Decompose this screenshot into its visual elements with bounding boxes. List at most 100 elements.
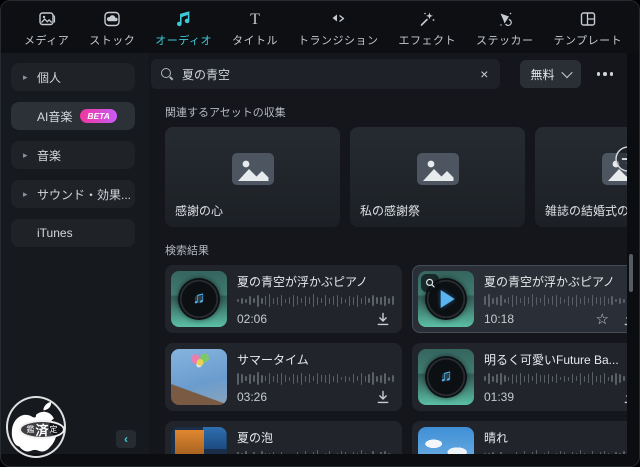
sidebar-item-itunes[interactable]: iTunes [11, 219, 135, 247]
track-duration: 02:06 [237, 312, 268, 326]
vertical-scrollbar[interactable] [629, 254, 633, 292]
search-box[interactable]: × [151, 59, 501, 89]
download-icon[interactable] [623, 390, 627, 404]
tab-media[interactable]: メディア [17, 5, 76, 52]
collections-row: 感謝の心 私の感謝祭 雑誌の結婚式のテ... [165, 127, 627, 227]
music-note-icon: ♫ [439, 366, 453, 386]
music-note-icon: ♫ [192, 288, 206, 308]
track-title: 夏の泡 [237, 431, 274, 445]
collection-title: 雑誌の結婚式のテ... [545, 204, 627, 218]
music-thumbnail[interactable] [171, 427, 227, 454]
tab-label: トランジション [297, 34, 379, 47]
price-filter-dropdown[interactable]: 無料 [520, 60, 581, 88]
music-result-card[interactable]: サマータイム 03:26 [165, 343, 402, 411]
sidebar-item-sound-effects[interactable]: ▸ サウンド・効果... [11, 180, 135, 208]
favorite-star-icon[interactable]: ☆ [596, 312, 609, 327]
media-icon [37, 9, 57, 29]
collection-card[interactable]: 雑誌の結婚式のテ... [535, 127, 627, 227]
waveform [237, 294, 394, 308]
track-title: サマータイム [237, 353, 309, 367]
collection-title: 私の感謝祭 [360, 204, 421, 218]
find-similar-icon[interactable] [420, 274, 439, 297]
tab-label: テンプレート [553, 34, 623, 47]
music-thumbnail[interactable] [417, 427, 474, 454]
chevron-down-icon [560, 66, 573, 79]
ellipsis-icon [596, 72, 600, 76]
stock-icon [102, 9, 122, 29]
waveform [483, 450, 627, 454]
tab-label: ステッカー [475, 34, 534, 47]
sticker-icon [495, 9, 515, 29]
track-title: 夏の青空が浮かぶピアノ [483, 275, 615, 289]
tab-label: タイトル [231, 34, 278, 47]
sidebar-item-label: 音楽 [37, 148, 62, 163]
waveform [237, 372, 394, 386]
sidebar-item-music[interactable]: ▸ 音楽 [11, 141, 135, 169]
results-heading: 検索結果 [165, 245, 209, 257]
sidebar-collapse-button[interactable]: ‹ [116, 430, 136, 448]
chevron-left-icon: ‹ [124, 432, 128, 446]
music-result-card[interactable]: ♫ 夏の青空が浮かぶピアノ 02:06 [165, 265, 402, 333]
sidebar-item-ai-music[interactable]: AI音楽 BETA [11, 102, 135, 130]
sidebar-item-label: AI音楽 [37, 109, 73, 124]
sidebar-item-label: サウンド・効果... [37, 187, 132, 202]
tab-label: ストック [89, 34, 136, 47]
download-icon[interactable] [376, 390, 390, 404]
search-icon [161, 67, 174, 81]
play-icon[interactable] [440, 290, 455, 308]
main-panel: × 無料 関連するアセットの収集 感謝の心 [149, 53, 627, 454]
tab-label: エフェクト [398, 34, 456, 47]
sidebar: ▸ 個人 AI音楽 BETA ▸ 音楽 ▸ サウンド・効果... iTunes [1, 53, 149, 454]
tab-label: オーディオ [155, 34, 212, 47]
download-icon[interactable] [376, 312, 390, 326]
waveform [237, 450, 394, 454]
collections-heading: 関連するアセットの収集 [165, 107, 286, 119]
sidebar-item-label: 個人 [37, 70, 62, 85]
expand-arrow-icon[interactable]: ▸ [23, 72, 37, 83]
top-navigation: メディア ストック オーディオ T タイトル トランジション エフェクト ステッ… [1, 1, 639, 53]
image-placeholder-icon [231, 153, 274, 190]
effects-icon [417, 9, 437, 29]
waveform [483, 294, 627, 308]
sidebar-item-personal[interactable]: ▸ 個人 [11, 63, 135, 91]
music-result-card[interactable]: 夏の青空が浮かぶピアノ 10:18 ☆ [411, 265, 627, 333]
tab-transition[interactable]: トランジション [291, 5, 386, 52]
tab-templates[interactable]: テンプレート [546, 5, 629, 52]
collection-title: 感謝の心 [175, 204, 224, 218]
search-input[interactable] [182, 67, 479, 81]
music-thumbnail[interactable]: ♫ [417, 349, 474, 405]
music-result-card[interactable]: 夏の泡 [165, 421, 402, 454]
results-grid: ♫ 夏の青空が浮かぶピアノ 02:06 夏の青空が浮かぶピアノ 10:18 ☆ … [165, 265, 627, 454]
tab-effects[interactable]: エフェクト [391, 5, 463, 52]
expand-arrow-icon[interactable]: ▸ [23, 189, 37, 200]
beta-badge: BETA [80, 109, 117, 123]
download-icon[interactable] [623, 312, 627, 326]
more-options-button[interactable] [593, 66, 618, 82]
app-window: メディア ストック オーディオ T タイトル トランジション エフェクト ステッ… [0, 0, 640, 467]
waveform [483, 372, 627, 386]
tab-audio[interactable]: オーディオ [148, 5, 219, 52]
collection-card[interactable]: 私の感謝祭 [350, 127, 525, 227]
clear-search-icon[interactable]: × [478, 67, 490, 81]
expand-arrow-icon[interactable]: ▸ [23, 150, 37, 161]
music-thumbnail[interactable] [417, 271, 474, 327]
image-placeholder-icon [416, 153, 459, 190]
tab-stock[interactable]: ストック [82, 5, 142, 52]
music-result-card[interactable]: ♫ 明るく可愛いFuture Ba... 01:39 [411, 343, 627, 411]
filter-label: 無料 [530, 67, 555, 82]
music-thumbnail[interactable] [171, 349, 227, 405]
track-title: 明るく可愛いFuture Ba... [483, 353, 619, 367]
track-title: 夏の青空が浮かぶピアノ [237, 275, 368, 289]
music-thumbnail[interactable]: ♫ [171, 271, 227, 327]
search-row: × 無料 [151, 59, 623, 89]
track-duration: 03:26 [237, 390, 268, 404]
collection-card[interactable]: 感謝の心 [165, 127, 340, 227]
music-result-card[interactable]: 晴れ [411, 421, 627, 454]
tab-title[interactable]: T タイトル [225, 5, 285, 52]
tab-stickers[interactable]: ステッカー [469, 5, 541, 52]
track-duration: 01:39 [483, 390, 515, 404]
track-title: 晴れ [483, 431, 508, 445]
open-collection-arrow-icon[interactable] [614, 145, 627, 178]
track-duration: 10:18 [483, 312, 515, 326]
audio-icon [174, 9, 194, 29]
